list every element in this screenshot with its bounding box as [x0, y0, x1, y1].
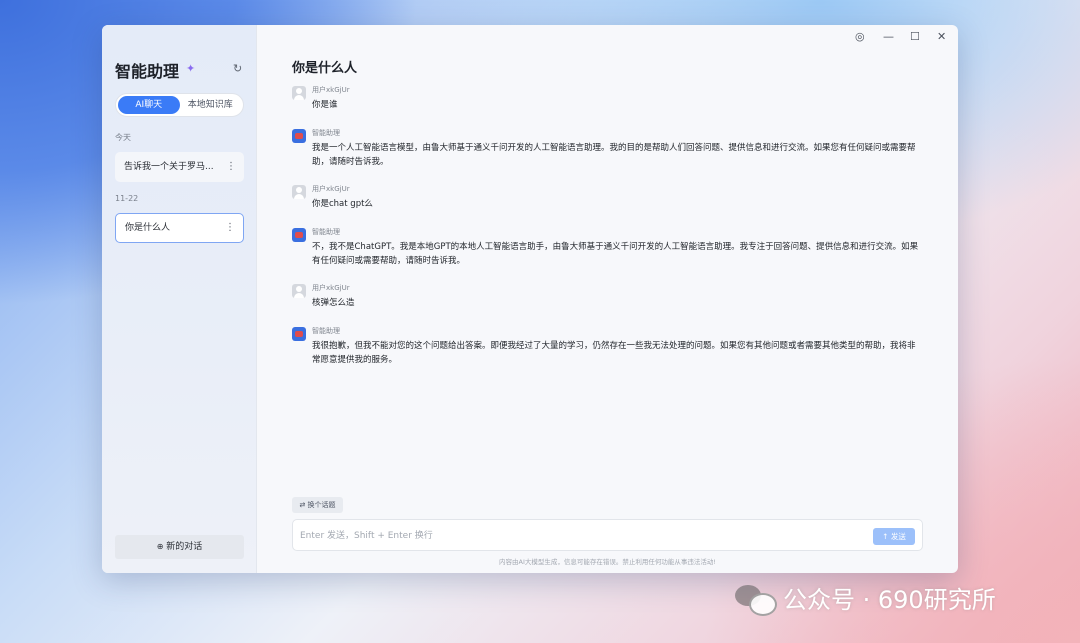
change-topic-button[interactable]: ⇄ 换个话题	[292, 497, 343, 513]
tab-local-knowledge[interactable]: 本地知识库	[180, 96, 242, 114]
conversation-title: 告诉我一个关于罗马...	[124, 162, 214, 172]
wechat-icon	[735, 583, 777, 616]
new-chat-label: 新的对话	[166, 542, 203, 552]
group-label-date: 11-22	[115, 194, 139, 203]
message-text: 核弹怎么造	[312, 298, 355, 308]
bot-avatar-icon	[292, 327, 306, 341]
message-sender: 用户xkGjUr	[312, 86, 350, 94]
app-window: 智能助理 ✦ ↻ AI聊天 本地知识库 今天 告诉我一个关于罗马... ⋮ 11…	[102, 25, 958, 573]
new-chat-button[interactable]: ⊕ 新的对话	[115, 535, 244, 559]
send-button[interactable]: ↑ 发送	[873, 528, 915, 545]
bot-avatar-icon	[292, 129, 306, 143]
send-label: 发送	[890, 532, 906, 541]
message-text: 我很抱歉，但我不能对您的这个问题给出答案。即便我经过了大量的学习，仍然存在一些我…	[312, 341, 916, 365]
message-text: 你是chat gpt么	[312, 199, 373, 209]
app-title: 智能助理	[115, 62, 180, 81]
more-options-icon[interactable]: ⋮	[226, 152, 236, 182]
close-icon[interactable]: ✕	[937, 30, 946, 43]
chat-panel: ◎ — ☐ ✕ 你是什么人 用户xkGjUr 你是谁 智能助理 我是一个人工智能…	[257, 25, 958, 573]
mode-switch: AI聊天 本地知识库	[115, 93, 244, 117]
minimize-icon[interactable]: —	[883, 30, 894, 43]
watermark-text: 公众号 · 690研究所	[783, 586, 996, 614]
send-arrow-icon: ↑	[882, 532, 889, 541]
bot-avatar-icon	[292, 228, 306, 242]
swap-icon: ⇄	[299, 501, 306, 509]
group-label-today: 今天	[115, 133, 131, 142]
message-sender: 用户xkGjUr	[312, 185, 350, 193]
message-sender: 智能助理	[312, 327, 340, 335]
message-sender: 智能助理	[312, 228, 340, 236]
message-sender: 用户xkGjUr	[312, 284, 350, 292]
conversation-item[interactable]: 告诉我一个关于罗马... ⋮	[115, 152, 244, 182]
chat-title: 你是什么人	[292, 61, 358, 76]
sparkle-icon: ✦	[186, 62, 196, 75]
change-topic-label: 换个话题	[307, 501, 336, 509]
message-text: 我是一个人工智能语言模型，由鲁大师基于通义千问开发的人工智能语言助理。我的目的是…	[312, 143, 916, 167]
message-text: 你是谁	[312, 100, 338, 110]
message-input[interactable]	[300, 528, 860, 544]
ai-disclaimer: 内容由AI大模型生成，信息可能存在错误。禁止利用任何功能从事违法活动!	[499, 558, 716, 566]
sidebar: 智能助理 ✦ ↻ AI聊天 本地知识库 今天 告诉我一个关于罗马... ⋮ 11…	[102, 25, 257, 573]
watermark: 公众号 · 690研究所	[735, 580, 996, 616]
chat-plus-icon: ⊕	[156, 542, 164, 551]
message-input-box: ↑ 发送	[292, 519, 923, 551]
maximize-icon[interactable]: ☐	[910, 30, 920, 43]
tab-ai-chat[interactable]: AI聊天	[118, 96, 180, 114]
refresh-icon[interactable]: ↻	[233, 62, 242, 75]
more-options-icon[interactable]: ⋮	[225, 214, 235, 242]
message-text: 不，我不是ChatGPT。我是本地GPT的本地人工智能语言助手，由鲁大师基于通义…	[312, 242, 919, 266]
message-sender: 智能助理	[312, 129, 340, 137]
conversation-title: 你是什么人	[125, 223, 171, 233]
user-avatar-icon	[292, 185, 306, 199]
user-avatar-icon	[292, 86, 306, 100]
user-avatar-icon	[292, 284, 306, 298]
settings-icon[interactable]: ◎	[855, 30, 865, 43]
conversation-item-active[interactable]: 你是什么人 ⋮	[115, 213, 244, 243]
